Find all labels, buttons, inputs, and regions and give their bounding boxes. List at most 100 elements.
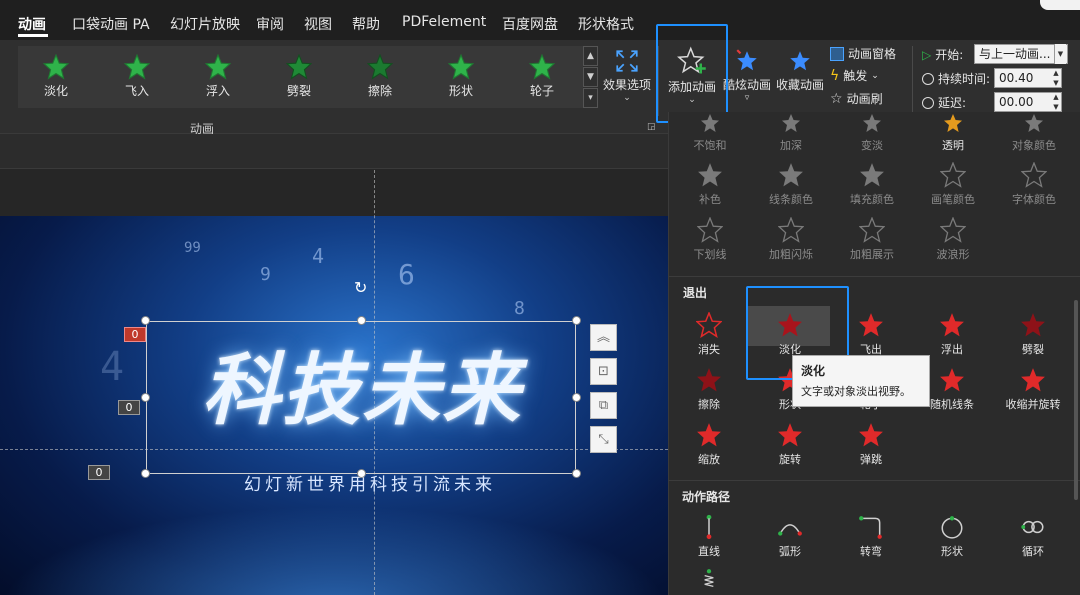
effect-object-color[interactable]: 对象颜色 <box>993 114 1075 153</box>
resize-handle[interactable] <box>357 469 366 478</box>
slide-glow <box>0 506 668 595</box>
effect-line-color[interactable]: 线条颜色 <box>750 162 832 207</box>
effect-fill-color[interactable]: 填充颜色 <box>831 162 913 207</box>
exit-effect-split[interactable]: 劈裂 <box>992 312 1074 357</box>
path-loop[interactable]: 循环 <box>992 514 1074 559</box>
path-line-icon <box>706 514 712 540</box>
clock-icon <box>922 72 934 85</box>
effect-lighten[interactable]: 变淡 <box>831 114 913 153</box>
animation-painter-button[interactable]: ☆ 动画刷 <box>830 90 883 107</box>
exit-effect-shrink-turn[interactable]: 收缩并旋转 <box>992 367 1074 412</box>
layer-up-icon[interactable]: ︽ <box>590 324 617 351</box>
resize-handle[interactable] <box>572 316 581 325</box>
path-arc[interactable]: 弧形 <box>749 514 831 559</box>
red-star-icon <box>697 423 721 447</box>
dialog-launcher-icon[interactable]: ◲ <box>647 122 656 132</box>
duration-row: 持续时间: <box>922 70 990 87</box>
gray-star-icon <box>779 163 803 187</box>
effect-label: 加深 <box>780 139 802 152</box>
tab-help[interactable]: 帮助 <box>352 14 380 34</box>
exit-effect-wipe[interactable]: 擦除 <box>668 367 750 412</box>
resize-handle[interactable] <box>572 393 581 402</box>
gallery-item-split[interactable]: 劈裂 <box>269 46 329 108</box>
tab-review[interactable]: 审阅 <box>256 14 284 34</box>
animation-order-badge[interactable]: 0 <box>124 327 146 342</box>
effect-complementary[interactable]: 补色 <box>669 162 751 207</box>
effect-wave[interactable]: 波浪形 <box>912 217 994 262</box>
green-star-icon <box>205 54 231 80</box>
resize-handle[interactable] <box>141 316 150 325</box>
effect-label: 波浪形 <box>936 248 970 261</box>
effect-transparency[interactable]: 透明 <box>912 114 994 153</box>
tab-pocket-animation[interactable]: 口袋动画 PA <box>72 14 150 34</box>
gray-star-icon <box>782 114 800 132</box>
path-custom[interactable] <box>668 568 750 594</box>
delay-value: 00.00 <box>999 95 1034 109</box>
gallery-item-fade[interactable]: 淡化 <box>26 46 86 108</box>
fancy-animation-button[interactable]: 酷炫动画 ▿ <box>722 46 772 103</box>
exit-effect-bounce[interactable]: 弹跳 <box>830 422 912 467</box>
tab-slideshow[interactable]: 幻灯片放映 <box>170 14 240 34</box>
trigger-button[interactable]: ϟ 触发 ⌄ <box>830 67 879 84</box>
gallery-item-wipe[interactable]: 擦除 <box>350 46 410 108</box>
gallery-item-wheel[interactable]: 轮子 <box>512 46 572 108</box>
tab-pdfelement[interactable]: PDFelement <box>402 14 486 30</box>
gallery-scroll-down-button[interactable]: ▼ <box>583 67 598 87</box>
duration-spinner[interactable]: ▲ ▼ <box>1050 68 1062 88</box>
effect-label: 直线 <box>698 545 720 558</box>
path-line[interactable]: 直线 <box>668 514 750 559</box>
gallery-expand-button[interactable]: ▾ <box>583 88 598 108</box>
green-star-icon <box>286 54 312 80</box>
gallery-item-fly-in[interactable]: 飞入 <box>107 46 167 108</box>
panel-scrollbar[interactable] <box>1074 300 1078 500</box>
fancy-animation-label: 酷炫动画 <box>722 78 771 92</box>
resize-handle[interactable] <box>357 316 366 325</box>
tab-baidu-netdisk[interactable]: 百度网盘 <box>502 14 558 34</box>
tab-shape-format[interactable]: 形状格式 <box>578 14 634 34</box>
background-digit: 8 <box>514 298 525 319</box>
animation-order-badge[interactable]: 0 <box>88 465 110 480</box>
gallery-item-shape[interactable]: 形状 <box>431 46 491 108</box>
exit-effect-spin[interactable]: 旋转 <box>749 422 831 467</box>
resize-handle[interactable] <box>572 469 581 478</box>
exit-section-title: 退出 <box>683 286 708 300</box>
effect-font-color[interactable]: 字体颜色 <box>993 162 1075 207</box>
rotate-handle-icon[interactable]: ↻ <box>354 278 367 297</box>
favorite-animation-label: 收藏动画 <box>775 78 824 92</box>
gallery-item-label: 浮入 <box>205 84 230 98</box>
effect-brush-color[interactable]: 画笔颜色 <box>912 162 994 207</box>
resize-handle[interactable] <box>141 393 150 402</box>
align-center-icon[interactable]: ⊡ <box>590 358 617 385</box>
effect-label: 线条颜色 <box>769 193 813 206</box>
exit-effect-zoom[interactable]: 缩放 <box>668 422 750 467</box>
background-digit: 6 <box>398 258 415 291</box>
resize-handle[interactable] <box>141 469 150 478</box>
gallery-item-float-in[interactable]: 浮入 <box>188 46 248 108</box>
animation-pane-button[interactable]: 动画窗格 <box>830 45 896 62</box>
outline-star-icon <box>940 217 966 243</box>
animation-order-badge[interactable]: 0 <box>118 400 140 415</box>
effect-underline[interactable]: 下划线 <box>669 217 751 262</box>
gallery-item-label: 飞入 <box>124 84 149 98</box>
effect-label: 形状 <box>941 545 963 558</box>
play-icon: ▷ <box>922 47 932 62</box>
effect-options-button[interactable]: 效果选项 ⌄ <box>600 46 654 103</box>
gallery-scroll-up-button[interactable]: ▲ <box>583 46 598 66</box>
exit-effect-disappear[interactable]: 消失 <box>668 312 750 357</box>
path-turn[interactable]: 转弯 <box>830 514 912 559</box>
tab-animation[interactable]: 动画 <box>18 14 46 34</box>
effect-bold-flash[interactable]: 加粗闪烁 <box>750 217 832 262</box>
crop-icon[interactable]: ⤡ <box>590 426 617 453</box>
delay-spinner[interactable]: ▲ ▼ <box>1050 92 1062 112</box>
path-shape[interactable]: 形状 <box>911 514 993 559</box>
effect-darken[interactable]: 加深 <box>750 114 832 153</box>
favorite-animation-button[interactable]: 收藏动画 <box>774 46 826 93</box>
tab-view[interactable]: 视图 <box>304 14 332 34</box>
effect-desaturate[interactable]: 不饱和 <box>669 114 751 153</box>
chevron-down-icon: ⌄ <box>871 70 879 81</box>
exit-effect-float-out[interactable]: 浮出 <box>911 312 993 357</box>
arrange-icon[interactable]: ⧉ <box>590 392 617 419</box>
chevron-down-icon[interactable]: ▼ <box>1054 44 1066 64</box>
gray-star-icon <box>701 114 719 132</box>
effect-bold-reveal[interactable]: 加粗展示 <box>831 217 913 262</box>
